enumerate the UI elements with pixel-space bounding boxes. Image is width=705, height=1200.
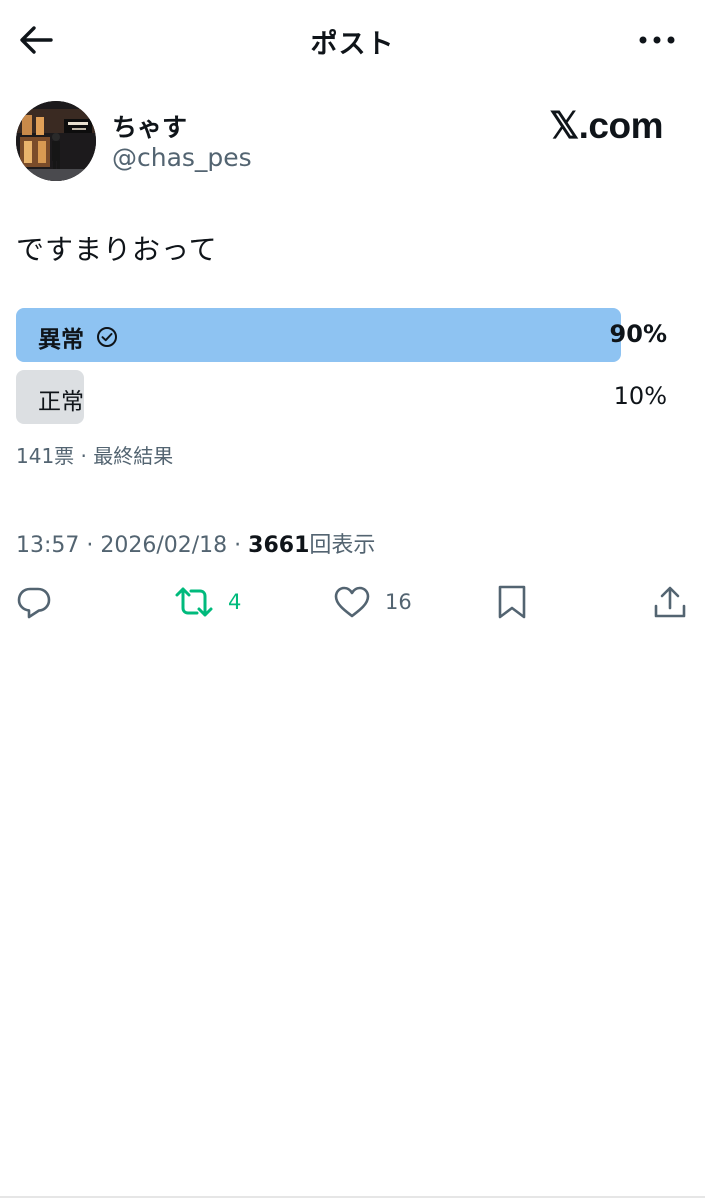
like-count: 16 [385,590,412,614]
share-button[interactable] [652,584,688,620]
poll-option-text: 正常 [38,389,84,415]
top-bar: ポスト [0,0,705,80]
poll-option-abnormal[interactable]: 異常 90% [16,308,667,362]
post-timestamp[interactable]: 13:57 · 2026/02/18 · [16,533,248,558]
x-logo: 𝕏.com [549,105,663,146]
poll-option-normal[interactable]: 正常 10% [16,370,667,424]
like-button[interactable]: 16 [333,584,412,620]
retweet-button[interactable]: 4 [174,584,241,620]
retweet-count: 4 [228,590,242,614]
views-label: 回表示 [309,533,376,558]
avatar[interactable] [16,101,96,181]
avatar-photo [16,101,96,181]
post-metadata: 13:57 · 2026/02/18 · 3661回表示 [16,527,375,559]
page-title: ポスト [310,29,395,60]
divider [0,1196,705,1198]
retweet-icon [175,587,213,617]
bookmark-icon [498,585,526,619]
author-display-name[interactable]: ちゃす [112,108,187,144]
post-text: ですまりおって [16,233,218,266]
heart-icon [334,586,370,618]
share-icon [654,586,686,618]
reply-button[interactable] [16,584,52,620]
check-circle-icon [97,327,117,347]
poll-option-text: 異常 [38,327,84,353]
more-dots-icon [639,36,675,44]
reply-icon [17,587,51,619]
poll-option-label: 異常 [38,320,118,354]
poll-option-percent: 90% [609,320,667,348]
poll-option-label: 正常 [38,382,84,416]
views-count[interactable]: 3661 [248,533,309,558]
post-page: ポスト ちゃす @chas_pes 𝕏.com ですまりおって 異常 90% 正… [0,0,705,1200]
poll-summary: 141票 · 最終結果 [16,444,174,468]
poll-option-percent: 10% [613,382,667,410]
more-options-button[interactable] [635,22,679,58]
bookmark-button[interactable] [496,584,528,620]
author-handle[interactable]: @chas_pes [112,143,252,172]
